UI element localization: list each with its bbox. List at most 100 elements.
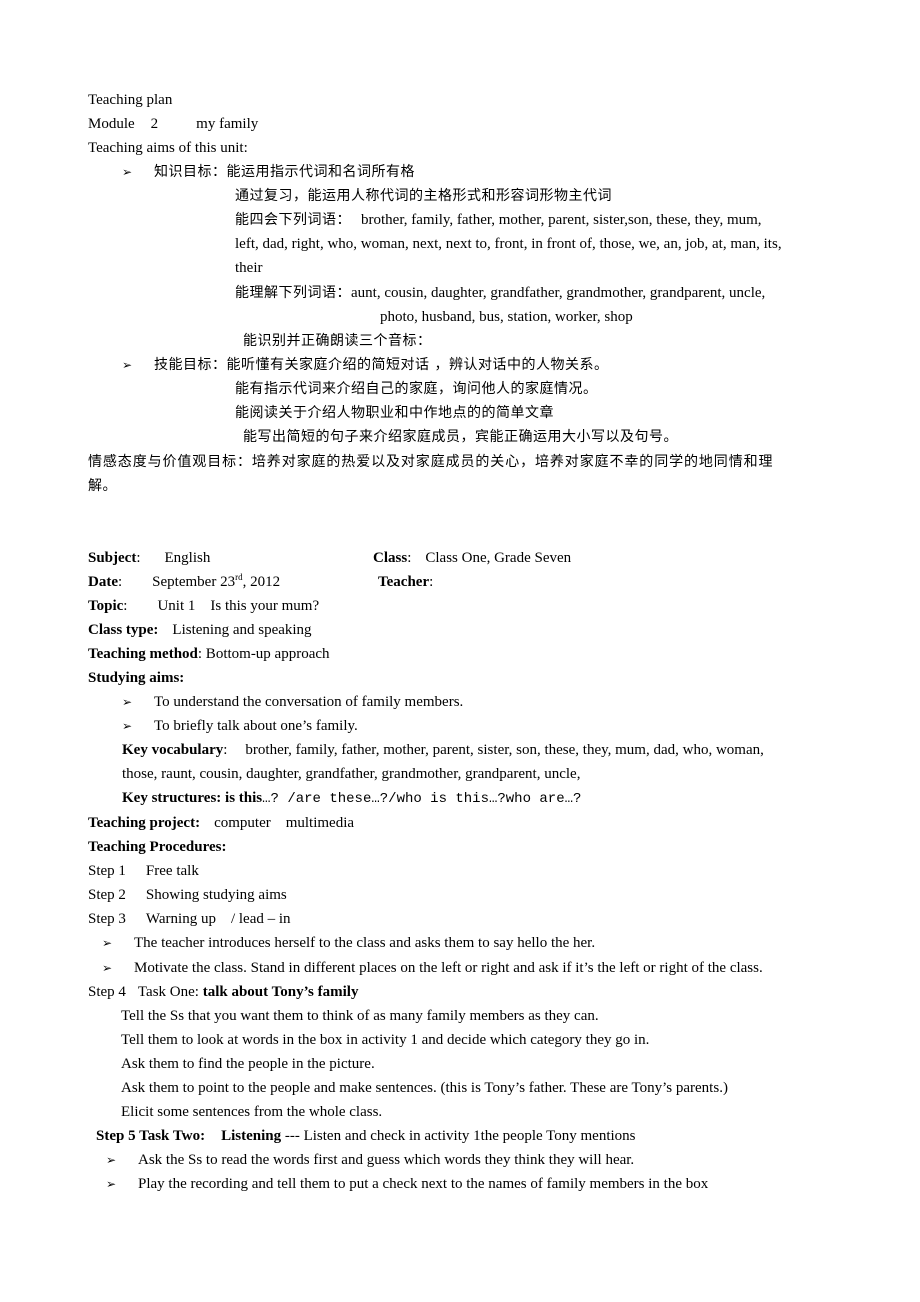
- step-3: Step 3 Warning up / lead – in: [88, 907, 291, 931]
- teaching-project-label: Teaching project:: [88, 815, 201, 831]
- key-vocabulary-line-2: those, raunt, cousin, daughter, grandfat…: [122, 766, 581, 782]
- class-type-label: Class type:: [88, 622, 159, 638]
- step-text: Showing studying aims: [145, 887, 287, 903]
- arrow-bullet-icon: ➢: [122, 719, 133, 733]
- step-4-line: Ask them to find the people in the pictu…: [121, 1056, 375, 1072]
- date-main: September 23: [152, 574, 236, 590]
- emotion-aims-line-1: 情感态度与价值观目标：培养对家庭的热爱以及对家庭成员的关心，培养对家庭不幸的同学…: [88, 454, 774, 470]
- teaching-method-label: Teaching method: [88, 646, 198, 662]
- four-skills-words: brother, family, father, mother, parent,…: [361, 212, 762, 228]
- step-5-bullet: ➢ Play the recording and tell them to put…: [106, 1172, 708, 1196]
- step-4-line: Ask them to point to the people and make…: [121, 1080, 728, 1096]
- step-text: Warning up / lead – in: [145, 911, 291, 927]
- module-line: Module 2 my family: [88, 112, 258, 136]
- class-label: Class: [373, 550, 408, 566]
- key-vocabulary-label: Key vocabulary: [122, 742, 224, 758]
- step-4-line: Tell the Ss that you want them to think …: [121, 1008, 599, 1024]
- step-title: Listening: [221, 1128, 282, 1144]
- module-number: 2: [150, 116, 159, 132]
- studying-aims-heading: Studying aims:: [88, 670, 185, 686]
- key-vocabulary-line-1: Key vocabulary: brother, family, father, …: [122, 742, 764, 758]
- teacher-field: Teacher:: [378, 574, 434, 590]
- teaching-method-field: Teaching method: Bottom-up approach: [88, 642, 330, 666]
- bullet-text: The teacher introduces herself to the cl…: [134, 935, 596, 951]
- step-text: --- Listen and check in activity 1the pe…: [281, 1128, 636, 1144]
- date-suffix: rd: [235, 572, 243, 582]
- arrow-bullet-icon: ➢: [106, 1153, 117, 1167]
- knowledge-line-8: 能识别并正确朗读三个音标：: [243, 333, 432, 349]
- key-vocabulary-words: brother, family, father, mother, parent,…: [245, 742, 764, 758]
- arrow-bullet-icon: ➢: [122, 358, 133, 372]
- bullet-text: Motivate the class. Stand in different p…: [134, 960, 763, 976]
- topic-label: Topic: [88, 598, 124, 614]
- step-label: Step 1: [88, 863, 126, 879]
- step-label: Step 5 Task Two:: [96, 1128, 206, 1144]
- teaching-project-field: Teaching project: computer multimedia: [88, 811, 354, 835]
- module-name: my family: [196, 116, 259, 132]
- teaching-method-value: : Bottom-up approach: [197, 646, 330, 662]
- step-task: Task One:: [137, 984, 203, 1000]
- class-value: Class One, Grade Seven: [425, 550, 572, 566]
- arrow-bullet-icon: ➢: [122, 695, 133, 709]
- skills-line-2: 能有指示代词来介绍自己的家庭，询问他人的家庭情况。: [235, 381, 598, 397]
- class-type-field: Class type: Listening and speaking: [88, 618, 312, 642]
- teaching-procedures-heading: Teaching Procedures:: [88, 839, 227, 855]
- arrow-bullet-icon: ➢: [102, 961, 113, 975]
- knowledge-label: 知识目标：: [154, 164, 227, 180]
- step-3-bullet: ➢ The teacher introduces herself to the c…: [102, 931, 595, 955]
- bullet-text: Ask the Ss to read the words first and g…: [138, 1152, 635, 1168]
- document-title: Teaching plan: [88, 92, 173, 108]
- understand-words-label: 能理解下列词语：: [235, 285, 351, 301]
- arrow-bullet-icon: ➢: [106, 1177, 117, 1191]
- four-skills-words-label: 能四会下列词语：: [235, 212, 351, 228]
- step-2: Step 2 Showing studying aims: [88, 883, 287, 907]
- date-field: Date: September 23rd, 2012: [88, 572, 281, 591]
- key-structures-line: Key structures: is this…? /are these…?/w…: [122, 786, 581, 810]
- knowledge-line-4: left, dad, right, who, woman, next, next…: [235, 236, 782, 252]
- understand-words: aunt, cousin, daughter, grandfather, gra…: [351, 285, 766, 301]
- knowledge-line-7: photo, husband, bus, station, worker, sh…: [380, 309, 633, 325]
- key-structures-value: …? /are these…?/who is this…?who are…?: [262, 791, 582, 807]
- studying-aim-text: To briefly talk about one’s family.: [154, 718, 358, 734]
- skills-line-4: 能写出简短的句子来介绍家庭成员，宾能正确运用大小写以及句号。: [243, 429, 678, 445]
- subject-field: Subject: English: [88, 550, 211, 566]
- topic-value: Unit 1 Is this your mum?: [157, 598, 320, 614]
- document-page: Teaching plan Module 2 my family Teaching …: [0, 0, 920, 1302]
- studying-aim-item: ➢ To understand the conversation of famil…: [122, 690, 463, 714]
- step-label: Step 4: [88, 984, 126, 1000]
- knowledge-line-5: their: [235, 260, 263, 276]
- step-label: Step 2: [88, 887, 126, 903]
- knowledge-line-3: 能四会下列词语： brother, family, father, mother,…: [235, 208, 832, 232]
- subject-label: Subject: [88, 550, 137, 566]
- knowledge-aims-row: ➢ 知识目标：能运用指示代词和名词所有格: [122, 160, 415, 184]
- subject-value: English: [164, 550, 211, 566]
- arrow-bullet-icon: ➢: [122, 165, 133, 179]
- skills-line-3: 能阅读关于介绍人物职业和中作地点的的简单文章: [235, 405, 554, 421]
- knowledge-line-6: 能理解下列词语：aunt, cousin, daughter, grandfat…: [235, 281, 765, 305]
- date-value: September 23rd, 2012: [152, 572, 281, 591]
- step-1: Step 1 Free talk: [88, 859, 199, 883]
- teacher-label: Teacher: [378, 574, 430, 590]
- module-label: Module: [88, 116, 135, 132]
- step-4-line: Tell them to look at words in the box in…: [121, 1032, 650, 1048]
- class-field: Class: Class One, Grade Seven: [373, 550, 572, 566]
- emotion-aims-line-2: 解。: [88, 478, 117, 494]
- knowledge-line-2: 通过复习，能运用人称代词的主格形式和形容词形物主代词: [235, 188, 612, 204]
- skills-aims-row: ➢ 技能目标：能听懂有关家庭介绍的简短对话 ，辨认对话中的人物关系。: [122, 353, 608, 377]
- date-label: Date: [88, 574, 118, 590]
- skills-line-1: 能听懂有关家庭介绍的简短对话 ，辨认对话中的人物关系。: [226, 357, 609, 373]
- arrow-bullet-icon: ➢: [102, 936, 113, 950]
- key-structures-label: Key structures: is this: [122, 790, 263, 806]
- topic-field: Topic: Unit 1 Is this your mum?: [88, 598, 320, 614]
- bullet-text: Play the recording and tell them to put …: [138, 1176, 709, 1192]
- knowledge-line-1: 能运用指示代词和名词所有格: [226, 164, 415, 180]
- step-5: Step 5 Task Two: Listening --- Listen and…: [96, 1124, 636, 1148]
- step-4: Step 4 Task One: talk about Tony’s family: [88, 980, 358, 1004]
- studying-aim-text: To understand the conversation of family…: [154, 694, 464, 710]
- step-label: Step 3: [88, 911, 126, 927]
- class-type-value: Listening and speaking: [172, 622, 312, 638]
- step-3-bullet: ➢ Motivate the class. Stand in different …: [102, 956, 763, 980]
- skills-label: 技能目标：: [154, 357, 227, 373]
- date-year: , 2012: [242, 574, 281, 590]
- studying-aim-item: ➢ To briefly talk about one’s family.: [122, 714, 358, 738]
